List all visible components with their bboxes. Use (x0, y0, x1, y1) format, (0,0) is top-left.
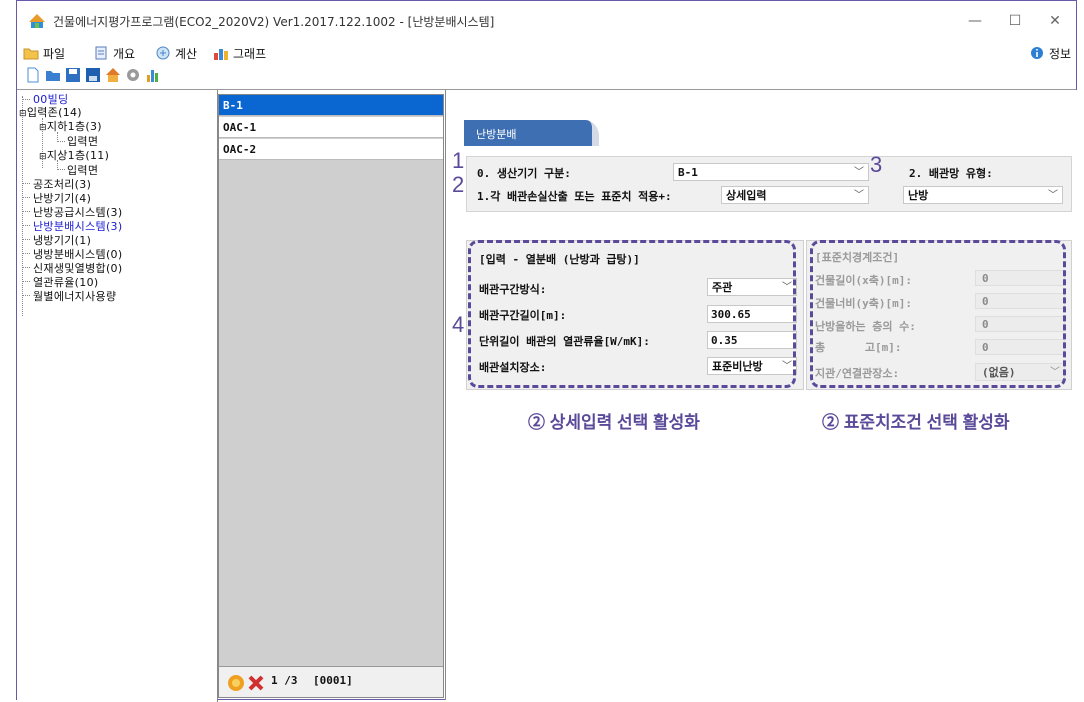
new-file-icon[interactable] (25, 67, 41, 83)
pipe-type-select[interactable]: 난방 ﹀ (903, 186, 1063, 204)
annotation-number-2: 2 (452, 172, 465, 197)
item-list: B-1 OAC-1 OAC-2 1 /3 [0001] (218, 94, 444, 698)
menu-overview[interactable]: 개요 (93, 44, 135, 62)
open-folder-icon[interactable] (45, 67, 61, 83)
tree-item-basement[interactable]: ⊟지하1층(3) (39, 118, 102, 134)
method-select[interactable]: 상세입력 ﹀ (721, 186, 869, 204)
window-title: 건물에너지평가프로그램(ECO2_2020V2) Ver1.2017.122.1… (53, 15, 495, 29)
caption-standard: ② 표준치조건 선택 활성화 (822, 413, 1010, 432)
main-panel: 난방분배 0. 생산기기 구분: B-1 ﹀ 2. 배관망 유형: 1.각 배관… (445, 90, 1078, 700)
tab-heating-distribution[interactable]: 난방분배 (464, 120, 599, 146)
list-footer: 1 /3 [0001] (219, 666, 443, 697)
menu-overview-label: 개요 (113, 46, 136, 61)
menu-info-label: 정보 (1049, 46, 1072, 61)
list-item[interactable]: OAC-2 (219, 139, 443, 160)
calculate-icon (156, 46, 170, 60)
page-indicator: 1 /3 (271, 674, 298, 687)
app-window: 건물에너지평가프로그램(ECO2_2020V2) Ver1.2017.122.1… (16, 0, 1078, 702)
generator-label: 0. 생산기기 구분: (477, 167, 571, 180)
menu-calc-label: 계산 (175, 46, 198, 61)
record-code: [0001] (313, 674, 353, 687)
folder-icon (23, 48, 39, 60)
document-icon (95, 46, 107, 60)
list-item[interactable]: B-1 (219, 95, 443, 116)
tree-item-ground[interactable]: ⊟지상1층(11) (39, 147, 109, 163)
menu-file[interactable]: 파일 (23, 44, 65, 62)
chevron-down-icon: ﹀ (1048, 190, 1058, 201)
menu-info[interactable]: 정보 (1029, 44, 1071, 62)
pipe-type-value: 난방 (908, 189, 929, 202)
method-value: 상세입력 (726, 189, 767, 202)
chart-icon[interactable] (145, 67, 161, 83)
save-icon[interactable] (65, 67, 81, 83)
chevron-down-icon: ﹀ (854, 190, 864, 201)
annotation-number-4: 4 (452, 312, 465, 337)
annotation-number-3: 3 (870, 152, 883, 177)
bar-chart-icon (214, 49, 228, 60)
settings-icon[interactable] (125, 67, 141, 83)
chevron-down-icon: ﹀ (854, 167, 864, 178)
method-label: 1.각 배관손실산출 또는 표준치 적용+: (477, 190, 672, 203)
generator-value: B-1 (678, 166, 698, 179)
app-logo-icon (29, 14, 45, 28)
menu-bar: 파일 개요 계산 그래프 정보 (17, 41, 1076, 63)
close-button[interactable]: ✕ (1035, 9, 1075, 33)
home-icon[interactable] (105, 67, 121, 83)
toolbar (17, 63, 1076, 87)
project-tree: 00빌딩 ⊟입력존(14) ⊟지하1층(3) 입력면 ⊟지상1층(11) 입력면… (17, 90, 218, 702)
generator-select[interactable]: B-1 ﹀ (673, 163, 869, 181)
menu-graph-label: 그래프 (233, 46, 267, 61)
pipe-type-label: 2. 배관망 유형: (909, 167, 993, 180)
caption-detail: ② 상세입력 선택 활성화 (528, 413, 700, 432)
tree-item-monthly-energy[interactable]: 월별에너지사용량 (33, 288, 116, 304)
distribution-settings: 0. 생산기기 구분: B-1 ﹀ 2. 배관망 유형: 1.각 배관손실산출 … (466, 156, 1072, 212)
delete-item-icon[interactable] (247, 674, 265, 692)
standard-highlight-box (810, 240, 1066, 388)
menu-calc[interactable]: 계산 (155, 44, 197, 62)
save-as-icon[interactable] (85, 67, 101, 83)
tab-label: 난방분배 (476, 128, 517, 141)
tree-item-basement-label: 지하1층(3) (46, 120, 102, 133)
menu-file-label: 파일 (43, 46, 66, 61)
detail-highlight-box (468, 240, 796, 388)
maximize-button[interactable]: ☐ (995, 9, 1035, 33)
menu-graph[interactable]: 그래프 (213, 44, 266, 62)
title-bar: 건물에너지평가프로그램(ECO2_2020V2) Ver1.2017.122.1… (17, 1, 1076, 41)
add-item-icon[interactable] (227, 674, 245, 692)
minimize-button[interactable]: — (955, 9, 995, 33)
annotation-number-1: 1 (452, 148, 465, 173)
list-item[interactable]: OAC-1 (219, 117, 443, 138)
info-icon (1031, 47, 1043, 59)
content-area: 00빌딩 ⊟입력존(14) ⊟지하1층(3) 입력면 ⊟지상1층(11) 입력면… (17, 89, 1078, 702)
